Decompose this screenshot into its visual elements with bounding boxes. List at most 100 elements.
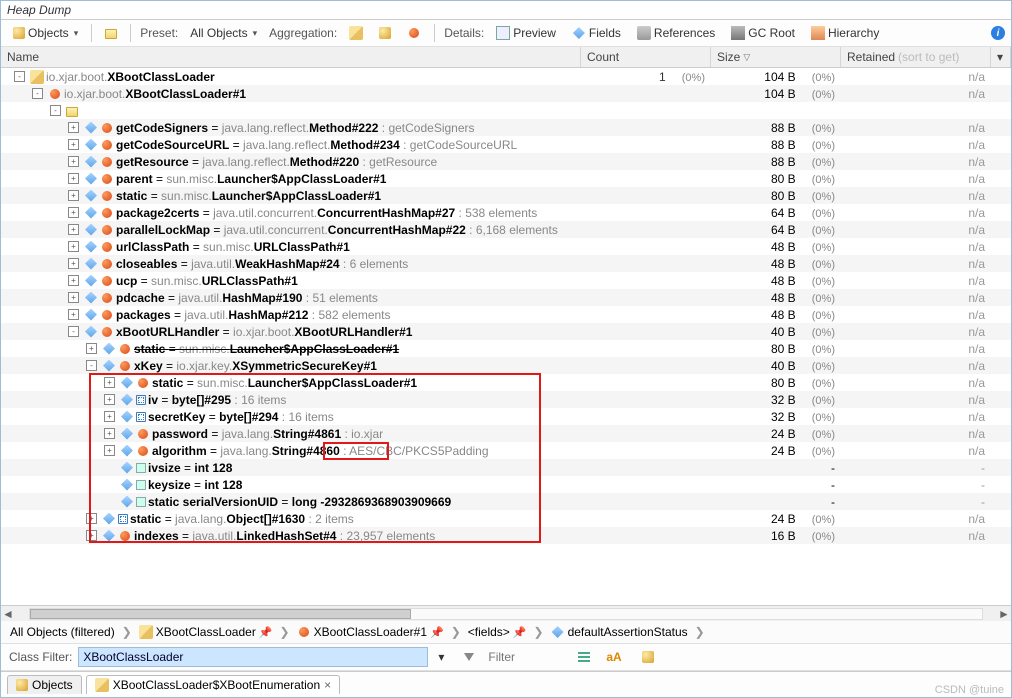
references-button[interactable]: References	[631, 23, 721, 43]
table-row[interactable]: +urlClassPath = sun.misc.URLClassPath#14…	[1, 238, 1011, 255]
class-icon	[349, 26, 363, 40]
tab-objects[interactable]: Objects	[7, 675, 82, 694]
twisty-icon[interactable]: +	[68, 292, 79, 303]
twisty-icon[interactable]: -	[50, 105, 61, 116]
twisty-icon[interactable]: +	[68, 139, 79, 150]
table-row[interactable]: -	[1, 102, 1011, 119]
tab-enumeration[interactable]: XBootClassLoader$XBootEnumeration ×	[86, 675, 340, 694]
close-icon[interactable]: ×	[324, 678, 331, 692]
twisty-icon[interactable]: +	[104, 394, 115, 405]
col-count[interactable]: Count	[581, 47, 711, 67]
crumb-all-objects[interactable]: All Objects (filtered)	[7, 624, 118, 640]
agg-opt1[interactable]	[343, 23, 369, 43]
fields-button[interactable]: Fields	[566, 23, 627, 43]
view-text-button[interactable]: aA	[600, 647, 627, 667]
scroll-thumb[interactable]	[30, 609, 411, 619]
subfilter-input[interactable]	[484, 647, 564, 667]
col-menu[interactable]: ▾	[991, 47, 1011, 67]
twisty-icon[interactable]: +	[68, 156, 79, 167]
twisty-icon[interactable]: +	[68, 224, 79, 235]
table-row[interactable]: +ucp = sun.misc.URLClassPath#148 B (0%)n…	[1, 272, 1011, 289]
objects-button[interactable]: Objects	[7, 23, 84, 43]
col-size[interactable]: Size▽	[711, 47, 841, 67]
row-label: getCodeSourceURL = java.lang.reflect.Met…	[116, 138, 517, 152]
horizontal-scrollbar[interactable]: ◄ ►	[1, 605, 1011, 621]
scroll-right-icon[interactable]: ►	[997, 607, 1011, 621]
twisty-icon[interactable]: +	[68, 258, 79, 269]
table-row[interactable]: +algorithm = java.lang.String#4860 : AES…	[1, 442, 1011, 459]
scroll-left-icon[interactable]: ◄	[1, 607, 15, 621]
twisty-icon[interactable]: -	[86, 360, 97, 371]
table-row[interactable]: -io.xjar.boot.XBootClassLoader#1104 B (0…	[1, 85, 1011, 102]
field-icon	[85, 292, 97, 304]
agg-opt3[interactable]	[401, 23, 427, 43]
crumb-instance[interactable]: XBootClassLoader#1 📌	[294, 624, 447, 640]
inst-icon	[102, 276, 112, 286]
file-button[interactable]	[99, 24, 123, 42]
table-row[interactable]: +getCodeSigners = java.lang.reflect.Meth…	[1, 119, 1011, 136]
filter-dropdown[interactable]: ▾	[432, 647, 450, 667]
table-row[interactable]: +static = sun.misc.Launcher$AppClassLoad…	[1, 374, 1011, 391]
col-name[interactable]: Name	[1, 47, 581, 67]
twisty-icon[interactable]: +	[68, 241, 79, 252]
twisty-icon[interactable]: -	[68, 326, 79, 337]
table-row[interactable]: +static = java.lang.Object[]#1630 : 2 it…	[1, 510, 1011, 527]
preset-value[interactable]: All Objects	[184, 23, 263, 43]
class-filter-input[interactable]	[78, 647, 428, 667]
twisty-icon[interactable]: +	[68, 207, 79, 218]
table-row[interactable]: -io.xjar.boot.XBootClassLoader1 (0%)104 …	[1, 68, 1011, 85]
table-row[interactable]: ivsize = int 128--	[1, 459, 1011, 476]
table-row[interactable]: +secretKey = byte[]#294 : 16 items32 B (…	[1, 408, 1011, 425]
twisty-icon[interactable]: +	[86, 530, 97, 541]
table-row[interactable]: +packages = java.util.HashMap#212 : 582 …	[1, 306, 1011, 323]
hierarchy-button[interactable]: Hierarchy	[805, 23, 885, 43]
table-row[interactable]: + getCodeSourceURL = java.lang.reflect.Me…	[1, 136, 1011, 153]
twisty-icon[interactable]: -	[32, 88, 43, 99]
table-row[interactable]: +pdcache = java.util.HashMap#190 : 51 el…	[1, 289, 1011, 306]
table-row[interactable]: +static = sun.misc.Launcher$AppClassLoad…	[1, 340, 1011, 357]
table-row[interactable]: +static = sun.misc.Launcher$AppClassLoad…	[1, 187, 1011, 204]
twisty-icon[interactable]: +	[104, 445, 115, 456]
twisty-icon[interactable]: +	[104, 428, 115, 439]
pin-icon[interactable]: 📌	[259, 626, 273, 639]
crumb-class[interactable]: XBootClassLoader 📌	[136, 624, 276, 640]
twisty-icon[interactable]: -	[14, 71, 25, 82]
view-pkg-button[interactable]	[636, 648, 660, 666]
table-row[interactable]: +password = java.lang.String#4861 : io.x…	[1, 425, 1011, 442]
agg-opt2[interactable]	[373, 24, 397, 42]
twisty-icon[interactable]: +	[68, 309, 79, 320]
field-icon	[121, 462, 133, 474]
crumb-leaf[interactable]: defaultAssertionStatus	[548, 624, 691, 640]
table-row[interactable]: static serialVersionUID = long -29328693…	[1, 493, 1011, 510]
twisty-icon[interactable]: +	[68, 173, 79, 184]
twisty-icon[interactable]: +	[68, 122, 79, 133]
view-list-button[interactable]	[572, 649, 596, 665]
table-row[interactable]: +iv = byte[]#295 : 16 items32 B (0%)n/a	[1, 391, 1011, 408]
twisty-icon[interactable]: +	[104, 411, 115, 422]
pin-icon[interactable]: 📌	[513, 626, 527, 639]
table-row[interactable]: keysize = int 128--	[1, 476, 1011, 493]
table-row[interactable]: -xBootURLHandler = io.xjar.boot.XBootURL…	[1, 323, 1011, 340]
twisty-icon[interactable]: +	[68, 275, 79, 286]
twisty-icon[interactable]: +	[68, 190, 79, 201]
table-row[interactable]: +parent = sun.misc.Launcher$AppClassLoad…	[1, 170, 1011, 187]
gcroot-button[interactable]: GC Root	[725, 23, 801, 43]
table-row[interactable]: +parallelLockMap = java.util.concurrent.…	[1, 221, 1011, 238]
twisty-icon[interactable]: +	[104, 377, 115, 388]
table-row[interactable]: +getResource = java.lang.reflect.Method#…	[1, 153, 1011, 170]
table-row[interactable]: +closeables = java.util.WeakHashMap#24 :…	[1, 255, 1011, 272]
twisty-icon[interactable]: +	[86, 513, 97, 524]
pin-icon[interactable]: 📌	[430, 626, 444, 639]
object-tree[interactable]: -io.xjar.boot.XBootClassLoader1 (0%)104 …	[1, 68, 1011, 605]
table-row[interactable]: +indexes = java.util.LinkedHashSet#4 : 2…	[1, 527, 1011, 544]
table-row[interactable]: +package2certs = java.util.concurrent.Co…	[1, 204, 1011, 221]
crumb-fields[interactable]: <fields> 📌	[465, 624, 530, 640]
info-icon[interactable]: i	[991, 26, 1005, 40]
field-icon	[85, 207, 97, 219]
twisty-icon[interactable]: +	[86, 343, 97, 354]
preview-button[interactable]: Preview	[490, 23, 562, 43]
col-retained[interactable]: Retained (sort to get)	[841, 47, 991, 67]
table-row[interactable]: -xKey = io.xjar.key.XSymmetricSecureKey#…	[1, 357, 1011, 374]
field-icon	[552, 626, 564, 638]
filter-funnel[interactable]	[458, 650, 480, 664]
